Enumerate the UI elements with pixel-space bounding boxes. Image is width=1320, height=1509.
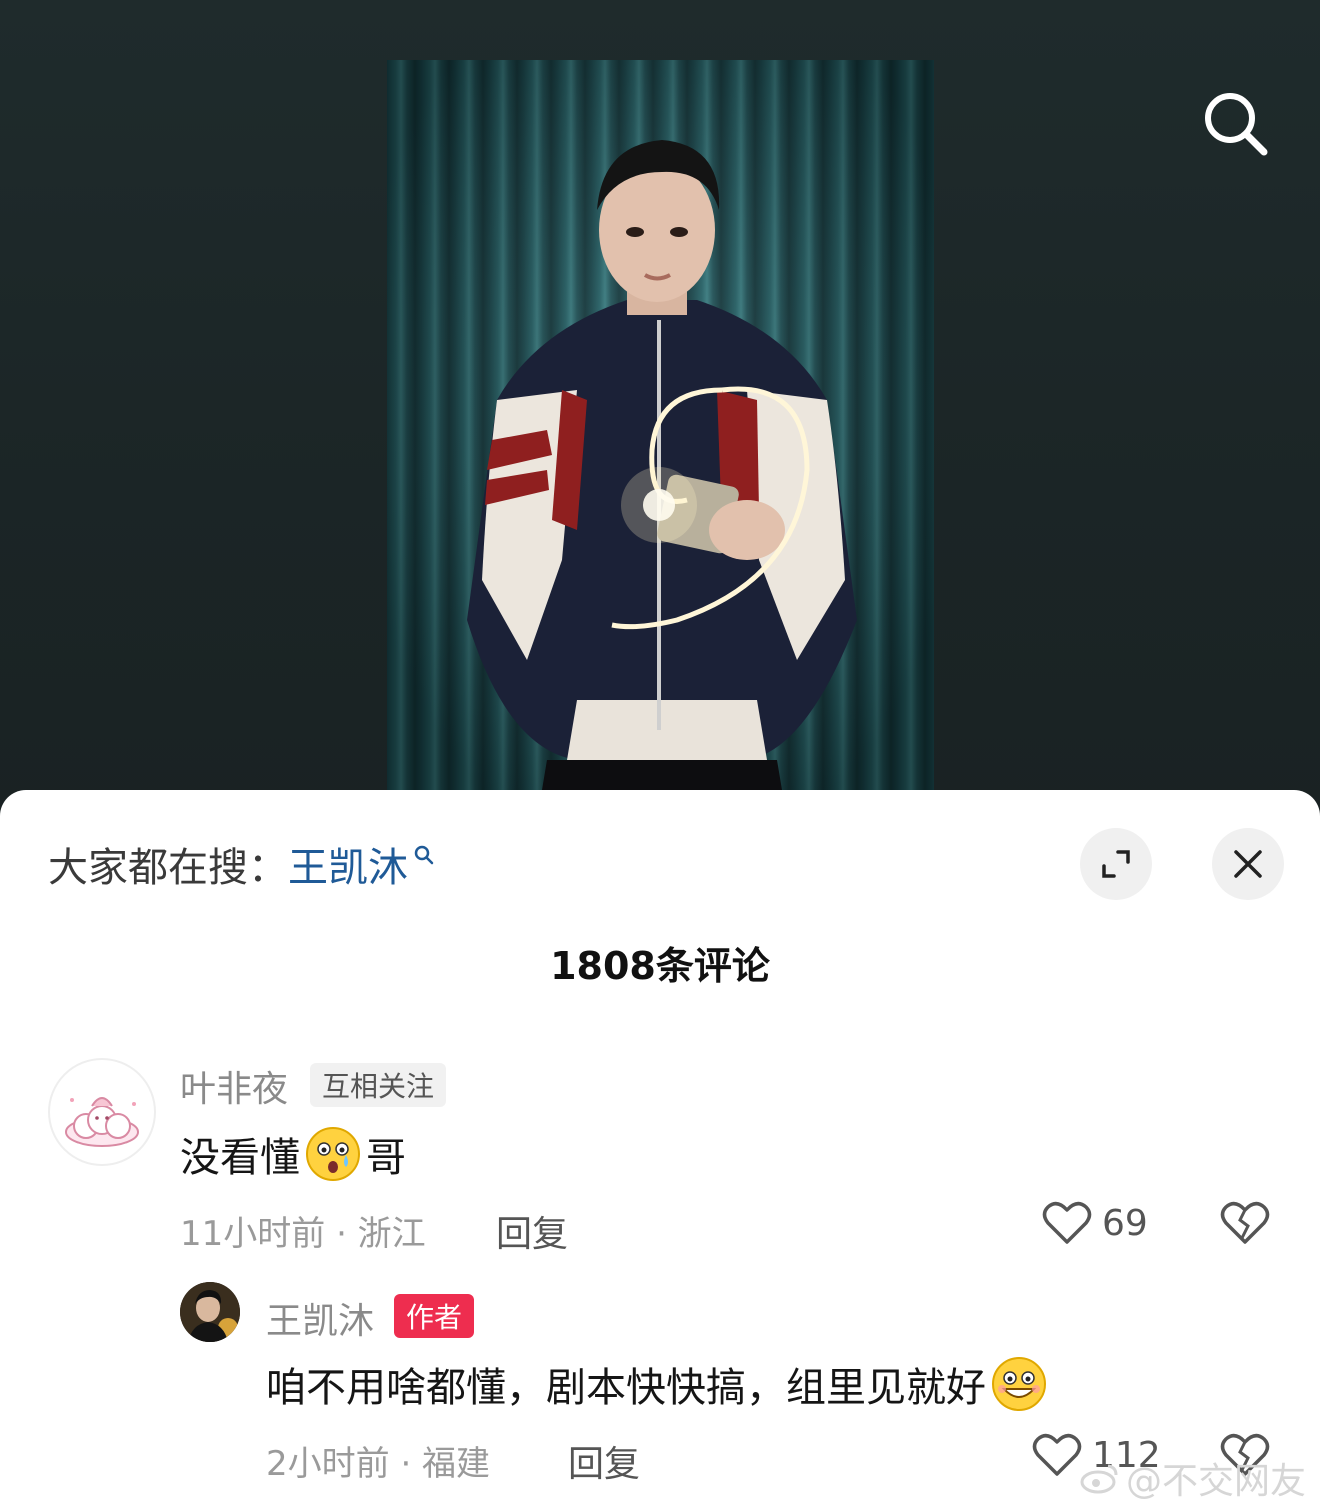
comment-time-location: 11小时前 · 浙江 [180,1214,426,1254]
comment-username[interactable]: 王凯沐 [266,1292,374,1344]
surprised-emoji-icon [306,1127,360,1181]
author-avatar-icon [180,1282,240,1342]
search-icon[interactable] [1200,88,1272,160]
person-illustration [467,140,857,820]
close-icon [1234,850,1262,878]
comment-username[interactable]: 叶非夜 [180,1060,288,1112]
reply-button[interactable]: 回复 [568,1435,640,1487]
comment-time-location: 2小时前 · 福建 [266,1444,491,1484]
close-button[interactable] [1212,828,1284,900]
reply-button[interactable]: 回复 [496,1205,568,1257]
avatar[interactable] [180,1282,240,1342]
like-button[interactable]: 69 [1042,1200,1148,1246]
search-icon [414,845,434,865]
hot-search-bar[interactable]: 大家都在搜： 王凯沐 [48,836,436,892]
post-photo[interactable] [387,60,934,820]
cloud-cat-avatar-icon [65,1097,139,1147]
comment-text: 咱不用啥都懂，剧本快快搞，组里见就好 [266,1352,1052,1416]
avatar[interactable] [48,1058,156,1166]
watermark-text: @不交网友 [1125,1461,1306,1502]
watermark: @不交网友 [1080,1452,1306,1504]
like-count: 69 [1102,1202,1148,1244]
expand-button[interactable] [1080,828,1152,900]
comment-text: 没看懂 哥 [180,1122,406,1186]
hot-search-prefix: 大家都在搜： [48,845,288,891]
heart-icon [1042,1201,1092,1244]
weibo-logo-icon [1080,1464,1118,1494]
comment-count: 1808条评论 [550,944,770,988]
heart-icon [1032,1433,1082,1476]
broken-heart-icon[interactable] [1220,1200,1270,1246]
grin-emoji-icon [992,1357,1046,1411]
media-viewer [0,0,1320,820]
mutual-follow-badge: 互相关注 [310,1063,447,1107]
hot-search-keyword[interactable]: 王凯沐 [288,835,408,893]
expand-icon [1102,850,1130,878]
author-badge: 作者 [394,1294,475,1338]
